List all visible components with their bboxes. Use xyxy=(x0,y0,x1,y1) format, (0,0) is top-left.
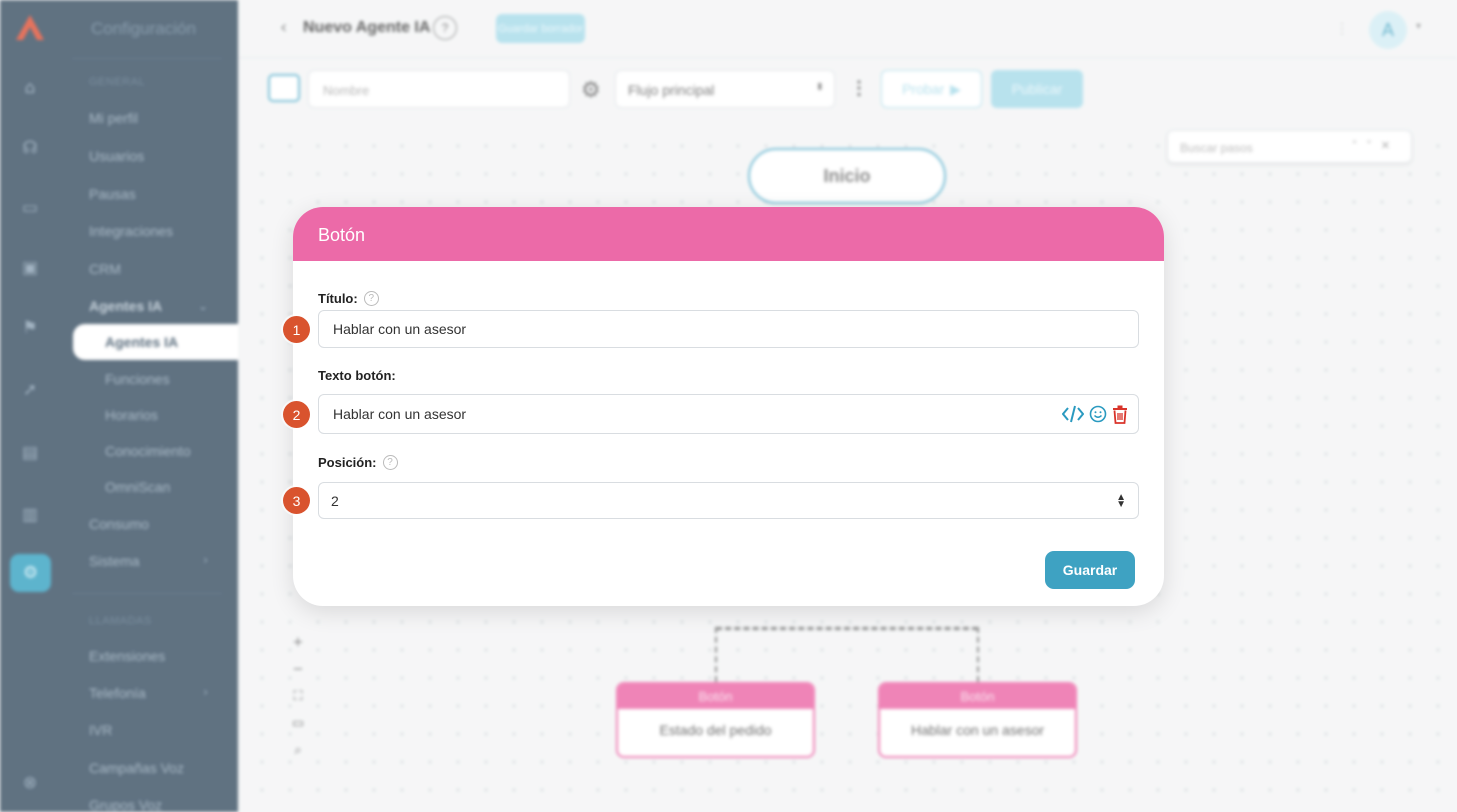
button-text-label-text: Texto botón: xyxy=(318,368,396,383)
sort-arrows-icon: ▲ ▼ xyxy=(1116,492,1126,510)
save-button[interactable]: Guardar xyxy=(1045,551,1135,589)
step-marker-3: 3 xyxy=(283,487,310,514)
step-marker-2: 2 xyxy=(283,401,310,428)
title-label: Título: ? xyxy=(318,291,379,306)
help-icon[interactable]: ? xyxy=(382,455,398,470)
title-input[interactable]: Hablar con un asesor xyxy=(318,310,1139,348)
modal-title: Botón xyxy=(293,207,1164,261)
button-text-input-value: Hablar con un asesor xyxy=(333,406,467,422)
button-edit-modal: Botón Título: ? Hablar con un asesor Tex… xyxy=(293,207,1164,606)
button-text-label: Texto botón: xyxy=(318,368,396,383)
code-icon[interactable] xyxy=(1062,404,1084,424)
title-label-text: Título: xyxy=(318,291,358,306)
title-input-value: Hablar con un asesor xyxy=(333,321,467,337)
emoji-icon[interactable] xyxy=(1089,405,1107,423)
position-label-text: Posición: xyxy=(318,455,377,470)
step-marker-1: 1 xyxy=(283,316,310,343)
position-label: Posición: ? xyxy=(318,455,398,470)
input-actions xyxy=(1062,404,1128,424)
help-icon[interactable]: ? xyxy=(363,291,379,306)
position-select-value: 2 xyxy=(331,492,339,509)
position-select[interactable]: 2 ▲ ▼ xyxy=(318,482,1139,519)
trash-icon[interactable] xyxy=(1112,405,1128,424)
button-text-input[interactable]: Hablar con un asesor xyxy=(318,394,1139,434)
